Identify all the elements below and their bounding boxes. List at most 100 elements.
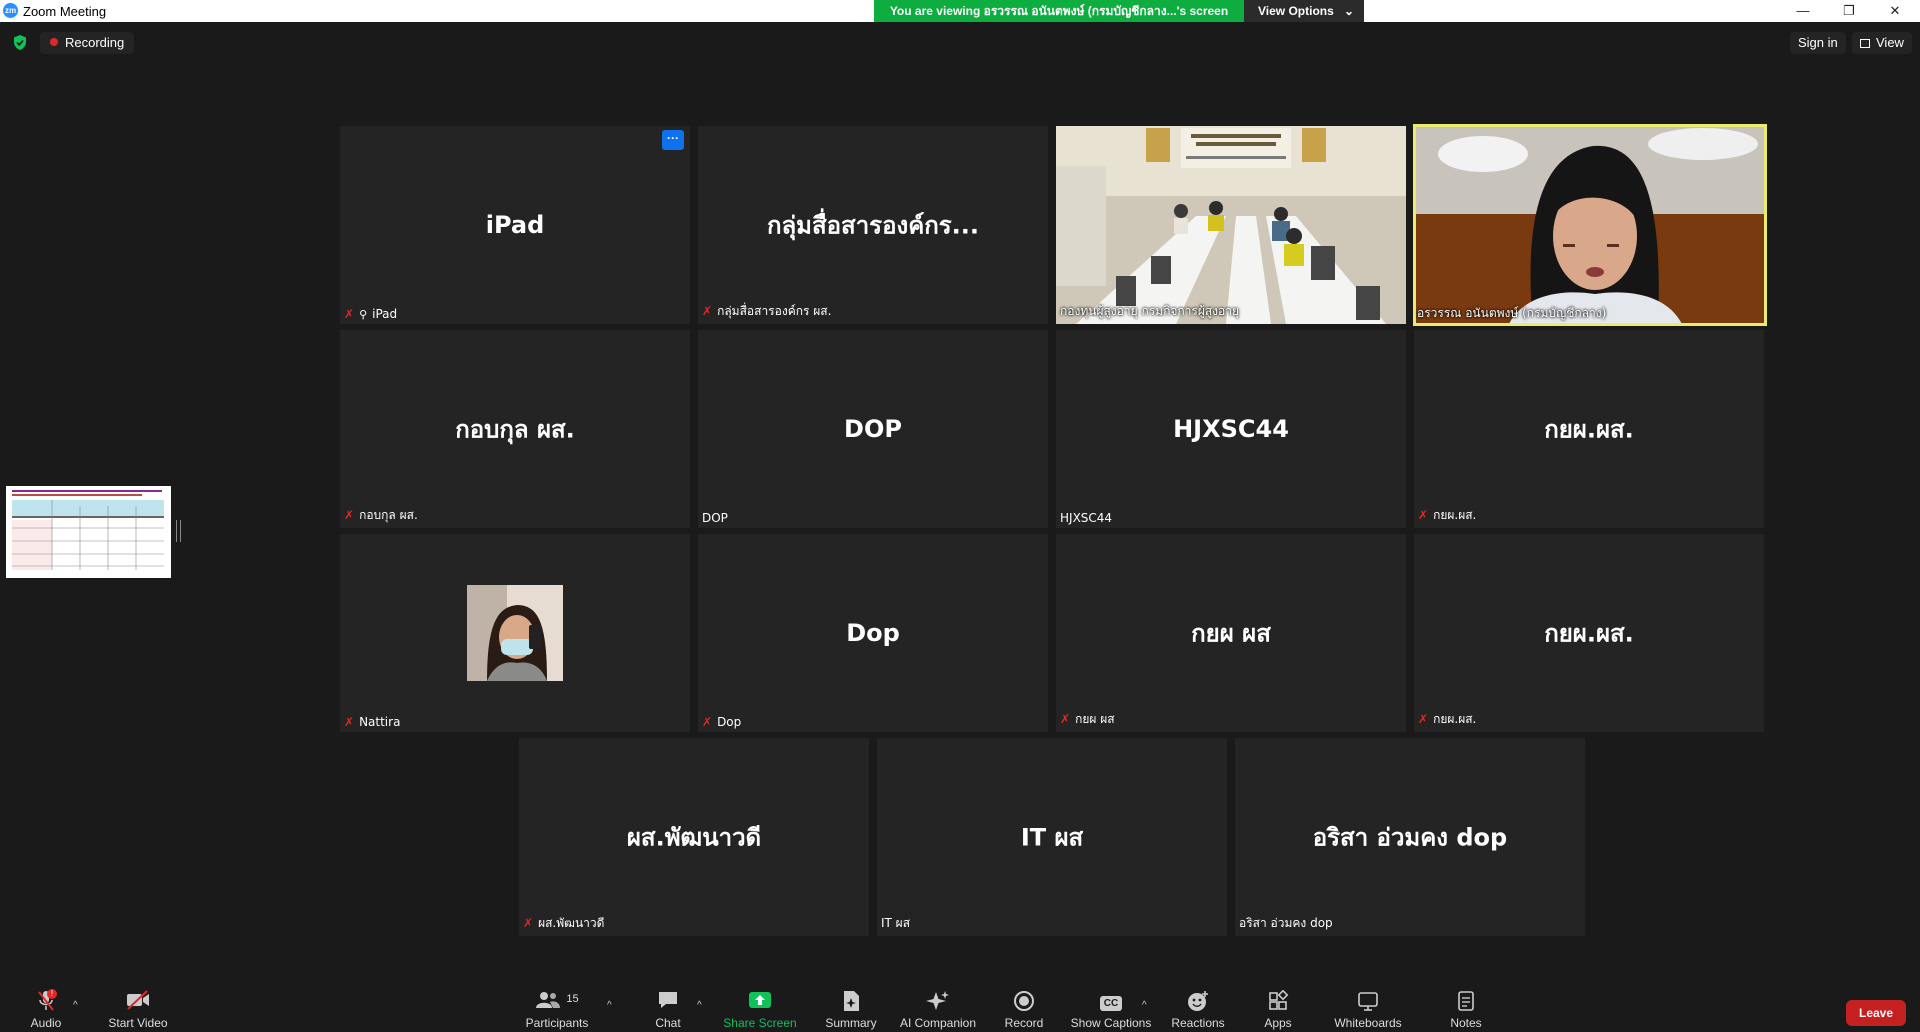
participants-button[interactable]: 15 Participants bbox=[524, 980, 590, 1032]
participant-name: Nattira bbox=[359, 715, 401, 729]
participant-display-name: กยผ ผส bbox=[1191, 619, 1271, 648]
mic-muted-icon: ✗ bbox=[1418, 712, 1429, 726]
participant-tile[interactable]: DOP DOP bbox=[698, 330, 1048, 528]
participant-name: IT ผส bbox=[881, 916, 911, 930]
record-button[interactable]: Record bbox=[1000, 980, 1048, 1032]
restore-button[interactable]: ❐ bbox=[1826, 0, 1872, 22]
minimize-button[interactable]: — bbox=[1780, 0, 1826, 22]
participant-name: กอบกุล ผส. bbox=[359, 508, 418, 522]
microphone-muted-icon bbox=[26, 980, 66, 1016]
apps-button[interactable]: Apps bbox=[1258, 980, 1298, 1032]
view-label: View bbox=[1876, 35, 1904, 50]
view-options-button[interactable]: View Options ⌄ bbox=[1244, 0, 1364, 22]
participant-name: กยผ.ผส. bbox=[1433, 712, 1477, 726]
participant-name-label: ✗ กยผ.ผส. bbox=[1418, 506, 1476, 525]
participant-name: Dop bbox=[717, 715, 742, 729]
participant-name-label: ✗ กยผ.ผส. bbox=[1418, 710, 1476, 729]
share-screen-label: Share Screen bbox=[723, 1016, 797, 1030]
participant-name-label: ✗ กยผ ผส bbox=[1060, 710, 1115, 729]
participant-display-name: IT ผส bbox=[1020, 823, 1084, 852]
participant-name-label: ✗ ผส.พัฒนาวดี bbox=[523, 914, 604, 933]
notes-label: Notes bbox=[1450, 1016, 1482, 1030]
audio-button[interactable]: Audio bbox=[26, 980, 66, 1032]
participant-tile[interactable]: กยผ ผส ✗ กยผ ผส bbox=[1056, 534, 1406, 732]
chat-icon bbox=[648, 980, 688, 1016]
mic-muted-icon: ✗ bbox=[702, 715, 713, 729]
reactions-button[interactable]: Reactions bbox=[1168, 980, 1228, 1032]
video-off-icon bbox=[106, 980, 170, 1016]
participant-name-label: IT ผส bbox=[881, 914, 910, 933]
ai-companion-button[interactable]: AI Companion bbox=[896, 980, 980, 1032]
leave-button[interactable]: Leave bbox=[1846, 1000, 1906, 1026]
participants-options-caret[interactable]: ^ bbox=[607, 1000, 612, 1011]
notes-button[interactable]: Notes bbox=[1446, 980, 1486, 1032]
participant-name: กลุ่มสื่อสารองค์กร ผส. bbox=[717, 304, 832, 318]
participant-tile[interactable]: ✗ Nattira bbox=[340, 534, 690, 732]
chat-options-caret[interactable]: ^ bbox=[697, 1000, 702, 1011]
captions-options-caret[interactable]: ^ bbox=[1142, 1000, 1147, 1011]
meeting-top-bar: Recording Sign in View bbox=[0, 22, 1920, 62]
summary-label: Summary bbox=[825, 1016, 877, 1030]
participant-tile[interactable]: กอบกุล ผส. ✗ กอบกุล ผส. bbox=[340, 330, 690, 528]
participant-name: อรวรรณ อนันตพงษ์ (กรมบัญชีกลาง) bbox=[1417, 306, 1607, 320]
participant-tile[interactable]: อริสา อ่วมคง dop อริสา อ่วมคง dop bbox=[1235, 738, 1585, 936]
chevron-down-icon: ⌄ bbox=[1343, 4, 1354, 18]
participant-name: HJXSC44 bbox=[1060, 511, 1113, 525]
participant-tile[interactable]: กลุ่มสื่อสารองค์กร... ✗ กลุ่มสื่อสารองค์ก… bbox=[698, 126, 1048, 324]
view-button[interactable]: View bbox=[1852, 32, 1912, 54]
participant-tile[interactable]: กยผ.ผส. ✗ กยผ.ผส. bbox=[1414, 330, 1764, 528]
reactions-emoji-icon bbox=[1168, 980, 1228, 1016]
participant-name-label: อรวรรณ อนันตพงษ์ (กรมบัญชีกลาง) bbox=[1417, 304, 1606, 323]
summary-icon bbox=[820, 980, 882, 1016]
chat-label: Chat bbox=[655, 1016, 681, 1030]
meeting-room-video bbox=[1056, 126, 1406, 324]
participant-display-name: iPad bbox=[485, 211, 545, 239]
participant-name-label: ✗ Dop bbox=[702, 715, 741, 729]
participant-name: ผส.พัฒนาวดี bbox=[538, 916, 605, 930]
participant-tile[interactable]: ผส.พัฒนาวดี ✗ ผส.พัฒนาวดี bbox=[519, 738, 869, 936]
profile-photo bbox=[467, 585, 563, 681]
chat-button[interactable]: Chat bbox=[648, 980, 688, 1032]
participant-display-name: กยผ.ผส. bbox=[1544, 415, 1634, 444]
whiteboards-button[interactable]: Whiteboards bbox=[1330, 980, 1406, 1032]
summary-button[interactable]: Summary bbox=[820, 980, 882, 1032]
resize-handle[interactable] bbox=[176, 520, 181, 542]
mic-muted-icon: ✗ bbox=[1060, 712, 1071, 726]
participant-tile[interactable]: IT ผส IT ผส bbox=[877, 738, 1227, 936]
ai-companion-label: AI Companion bbox=[899, 1016, 977, 1030]
participant-name: กยผ.ผส. bbox=[1433, 508, 1477, 522]
start-video-button[interactable]: Start Video bbox=[106, 980, 170, 1032]
more-options-button[interactable]: ··· bbox=[662, 130, 684, 150]
active-speaker-tile[interactable]: อรวรรณ อนันตพงษ์ (กรมบัญชีกลาง) bbox=[1413, 124, 1767, 326]
audio-options-caret[interactable]: ^ bbox=[73, 1000, 78, 1011]
recording-dot-icon bbox=[50, 38, 58, 46]
audio-label: Audio bbox=[30, 1016, 62, 1030]
participant-name: อริสา อ่วมคง dop bbox=[1239, 916, 1333, 930]
sign-in-button[interactable]: Sign in bbox=[1790, 32, 1846, 54]
window-title: Zoom Meeting bbox=[23, 4, 107, 19]
screen-share-banner: You are viewing อรวรรณ อนันตพงษ์ (กรมบัญ… bbox=[874, 0, 1244, 22]
notes-icon bbox=[1446, 980, 1486, 1016]
participant-tile-video[interactable]: กองทุนผู้สูงอายุ กรมกิจการผู้สูงอายุ bbox=[1056, 126, 1406, 324]
grid-view-icon bbox=[1860, 39, 1870, 48]
participant-name-label: อริสา อ่วมคง dop bbox=[1239, 914, 1333, 933]
security-shield-icon[interactable] bbox=[12, 34, 28, 51]
share-screen-button[interactable]: Share Screen bbox=[720, 980, 800, 1032]
whiteboards-label: Whiteboards bbox=[1334, 1016, 1402, 1030]
participant-display-name: กอบกุล ผส. bbox=[455, 415, 575, 444]
zoom-logo-icon: zm bbox=[3, 3, 18, 18]
participants-count: 15 bbox=[566, 993, 579, 1005]
record-icon bbox=[1000, 980, 1048, 1016]
participant-tile[interactable]: ··· iPad ✗ ⚲ iPad bbox=[340, 126, 690, 324]
participant-name-label: HJXSC44 bbox=[1060, 511, 1112, 525]
recording-indicator[interactable]: Recording bbox=[40, 32, 135, 54]
ai-sparkle-icon bbox=[896, 980, 980, 1016]
participant-tile[interactable]: HJXSC44 HJXSC44 bbox=[1056, 330, 1406, 528]
close-button[interactable]: ✕ bbox=[1872, 0, 1918, 22]
record-label: Record bbox=[1004, 1016, 1044, 1030]
participant-tile[interactable]: กยผ.ผส. ✗ กยผ.ผส. bbox=[1414, 534, 1764, 732]
shared-screen-thumbnail[interactable] bbox=[6, 486, 171, 578]
participant-tile[interactable]: Dop ✗ Dop bbox=[698, 534, 1048, 732]
participant-name-label: DOP bbox=[702, 511, 728, 525]
participant-display-name: HJXSC44 bbox=[1173, 415, 1289, 443]
